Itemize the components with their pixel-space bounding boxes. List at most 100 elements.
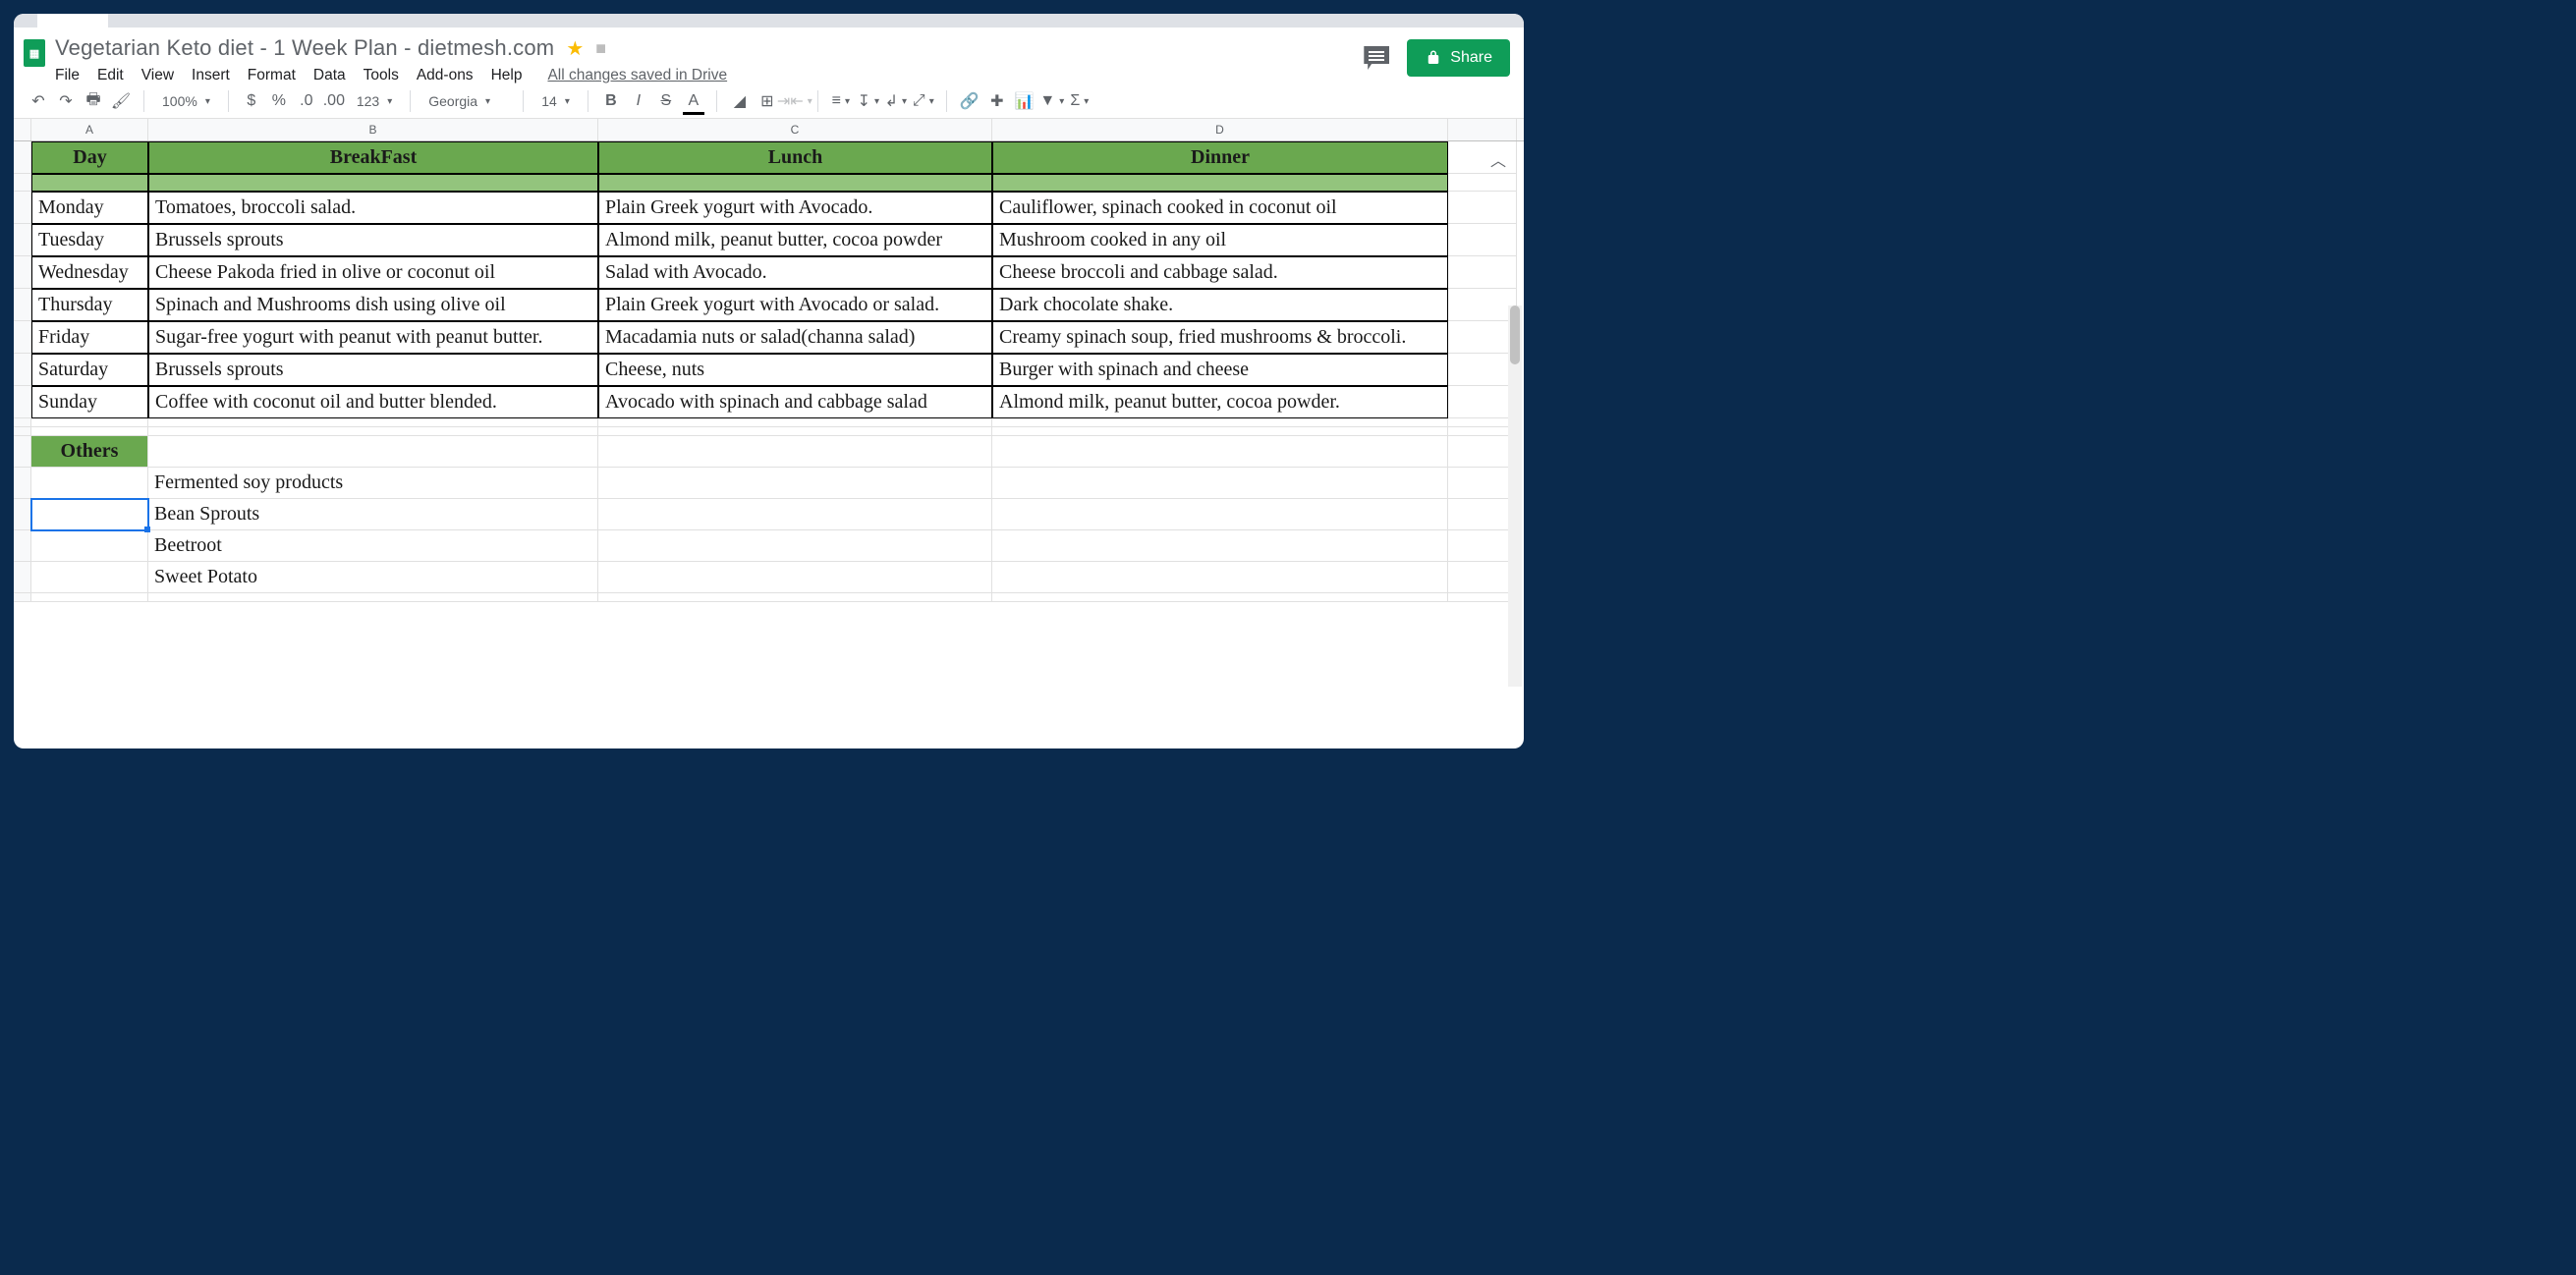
cell-day[interactable]: Tuesday — [31, 224, 148, 256]
cell-lunch[interactable]: Plain Greek yogurt with Avocado or salad… — [598, 289, 992, 321]
cell-lunch[interactable]: Salad with Avocado. — [598, 256, 992, 289]
number-format[interactable]: 123 — [351, 93, 398, 109]
cell-day[interactable]: Wednesday — [31, 256, 148, 289]
cell-dinner[interactable]: Mushroom cooked in any oil — [992, 224, 1448, 256]
col-header-d[interactable]: D — [992, 119, 1448, 140]
cell[interactable] — [992, 499, 1448, 530]
cell[interactable] — [1448, 468, 1517, 499]
select-all-corner[interactable] — [14, 119, 31, 140]
cell[interactable] — [1448, 386, 1517, 418]
fill-color-icon[interactable]: ◢ — [729, 90, 751, 112]
vertical-scrollbar[interactable] — [1508, 305, 1522, 687]
cell-breakfast[interactable]: Brussels sprouts — [148, 354, 598, 386]
row-header[interactable] — [14, 499, 31, 530]
menu-addons[interactable]: Add-ons — [417, 67, 474, 84]
font-select[interactable]: Georgia — [422, 93, 511, 109]
cell-lunch[interactable]: Almond milk, peanut butter, cocoa powder — [598, 224, 992, 256]
cell-dinner[interactable]: Burger with spinach and cheese — [992, 354, 1448, 386]
col-header-b[interactable]: B — [148, 119, 598, 140]
col-header-c[interactable]: C — [598, 119, 992, 140]
menu-help[interactable]: Help — [491, 67, 523, 84]
filter-icon[interactable]: ▼ — [1041, 90, 1063, 112]
borders-icon[interactable]: ⊞ — [756, 90, 778, 112]
cell-breakfast[interactable]: Tomatoes, broccoli salad. — [148, 192, 598, 224]
cell[interactable] — [598, 530, 992, 562]
cell-day[interactable]: Thursday — [31, 289, 148, 321]
row-header[interactable] — [14, 562, 31, 593]
paint-format-icon[interactable]: 🖌 — [110, 90, 132, 112]
merge-icon[interactable]: ⇥⇤ — [784, 90, 806, 112]
cell[interactable] — [1448, 530, 1517, 562]
comments-icon[interactable] — [1364, 46, 1389, 70]
text-color-icon[interactable]: A — [683, 90, 704, 112]
cell-dinner[interactable]: Almond milk, peanut butter, cocoa powder… — [992, 386, 1448, 418]
row-header[interactable] — [14, 192, 31, 224]
cell-breakfast[interactable]: Cheese Pakoda fried in olive or coconut … — [148, 256, 598, 289]
decrease-decimal-icon[interactable]: .0 — [296, 90, 317, 112]
row-header[interactable] — [14, 386, 31, 418]
cell[interactable] — [31, 499, 148, 530]
cell[interactable] — [598, 562, 992, 593]
sheets-logo-icon[interactable]: ▦ — [24, 39, 45, 67]
row-header[interactable] — [14, 289, 31, 321]
cell[interactable] — [1448, 321, 1517, 354]
cell[interactable] — [1448, 224, 1517, 256]
cell-breakfast[interactable]: Spinach and Mushrooms dish using olive o… — [148, 289, 598, 321]
percent-icon[interactable]: % — [268, 90, 290, 112]
rotate-icon[interactable]: ⤢ — [913, 90, 934, 112]
italic-icon[interactable]: I — [628, 90, 649, 112]
cell-lunch[interactable]: Macadamia nuts or salad(channa salad) — [598, 321, 992, 354]
row-header[interactable] — [14, 256, 31, 289]
cell[interactable] — [31, 562, 148, 593]
wrap-icon[interactable]: ↲ — [885, 90, 907, 112]
cell[interactable] — [1448, 141, 1517, 174]
header-day[interactable]: Day — [31, 141, 148, 174]
cell[interactable] — [1448, 192, 1517, 224]
cell-breakfast[interactable]: Brussels sprouts — [148, 224, 598, 256]
document-title[interactable]: Vegetarian Keto diet - 1 Week Plan - die… — [55, 35, 554, 61]
cell[interactable] — [31, 530, 148, 562]
cell-other[interactable]: Beetroot — [148, 530, 598, 562]
cell-day[interactable]: Sunday — [31, 386, 148, 418]
row-header[interactable] — [14, 141, 31, 174]
menu-edit[interactable]: Edit — [97, 67, 124, 84]
menu-format[interactable]: Format — [248, 67, 296, 84]
chart-icon[interactable]: 📊 — [1014, 90, 1036, 112]
undo-icon[interactable]: ↶ — [28, 90, 49, 112]
strikethrough-icon[interactable]: S — [655, 90, 677, 112]
cell-dinner[interactable]: Cauliflower, spinach cooked in coconut o… — [992, 192, 1448, 224]
cell-dinner[interactable]: Creamy spinach soup, fried mushrooms & b… — [992, 321, 1448, 354]
active-tab[interactable] — [37, 14, 108, 28]
cell-day[interactable]: Monday — [31, 192, 148, 224]
bold-icon[interactable]: B — [600, 90, 622, 112]
redo-icon[interactable]: ↷ — [55, 90, 77, 112]
row-header[interactable] — [14, 224, 31, 256]
cell[interactable] — [598, 499, 992, 530]
others-header[interactable]: Others — [31, 436, 148, 468]
h-align-icon[interactable]: ≡ — [830, 90, 852, 112]
cell-breakfast[interactable]: Sugar-free yogurt with peanut with peanu… — [148, 321, 598, 354]
cell-other[interactable]: Fermented soy products — [148, 468, 598, 499]
cell[interactable] — [1448, 289, 1517, 321]
functions-icon[interactable]: Σ — [1069, 90, 1091, 112]
v-align-icon[interactable]: ↧ — [858, 90, 879, 112]
header-breakfast[interactable]: BreakFast — [148, 141, 598, 174]
menu-insert[interactable]: Insert — [192, 67, 230, 84]
share-button[interactable]: Share — [1407, 39, 1510, 77]
folder-icon[interactable]: ■ — [595, 38, 606, 59]
cell-day[interactable]: Saturday — [31, 354, 148, 386]
cell[interactable] — [1448, 256, 1517, 289]
increase-decimal-icon[interactable]: .00 — [323, 90, 345, 112]
currency-icon[interactable]: $ — [241, 90, 262, 112]
row-header[interactable] — [14, 321, 31, 354]
cell[interactable] — [1448, 499, 1517, 530]
cell-day[interactable]: Friday — [31, 321, 148, 354]
comment-icon[interactable]: ✚ — [986, 90, 1008, 112]
header-lunch[interactable]: Lunch — [598, 141, 992, 174]
font-size[interactable]: 14 — [535, 93, 576, 109]
cell[interactable] — [31, 468, 148, 499]
menu-file[interactable]: File — [55, 67, 80, 84]
menu-data[interactable]: Data — [313, 67, 346, 84]
cell-dinner[interactable]: Dark chocolate shake. — [992, 289, 1448, 321]
print-icon[interactable]: 🖶 — [83, 90, 104, 112]
